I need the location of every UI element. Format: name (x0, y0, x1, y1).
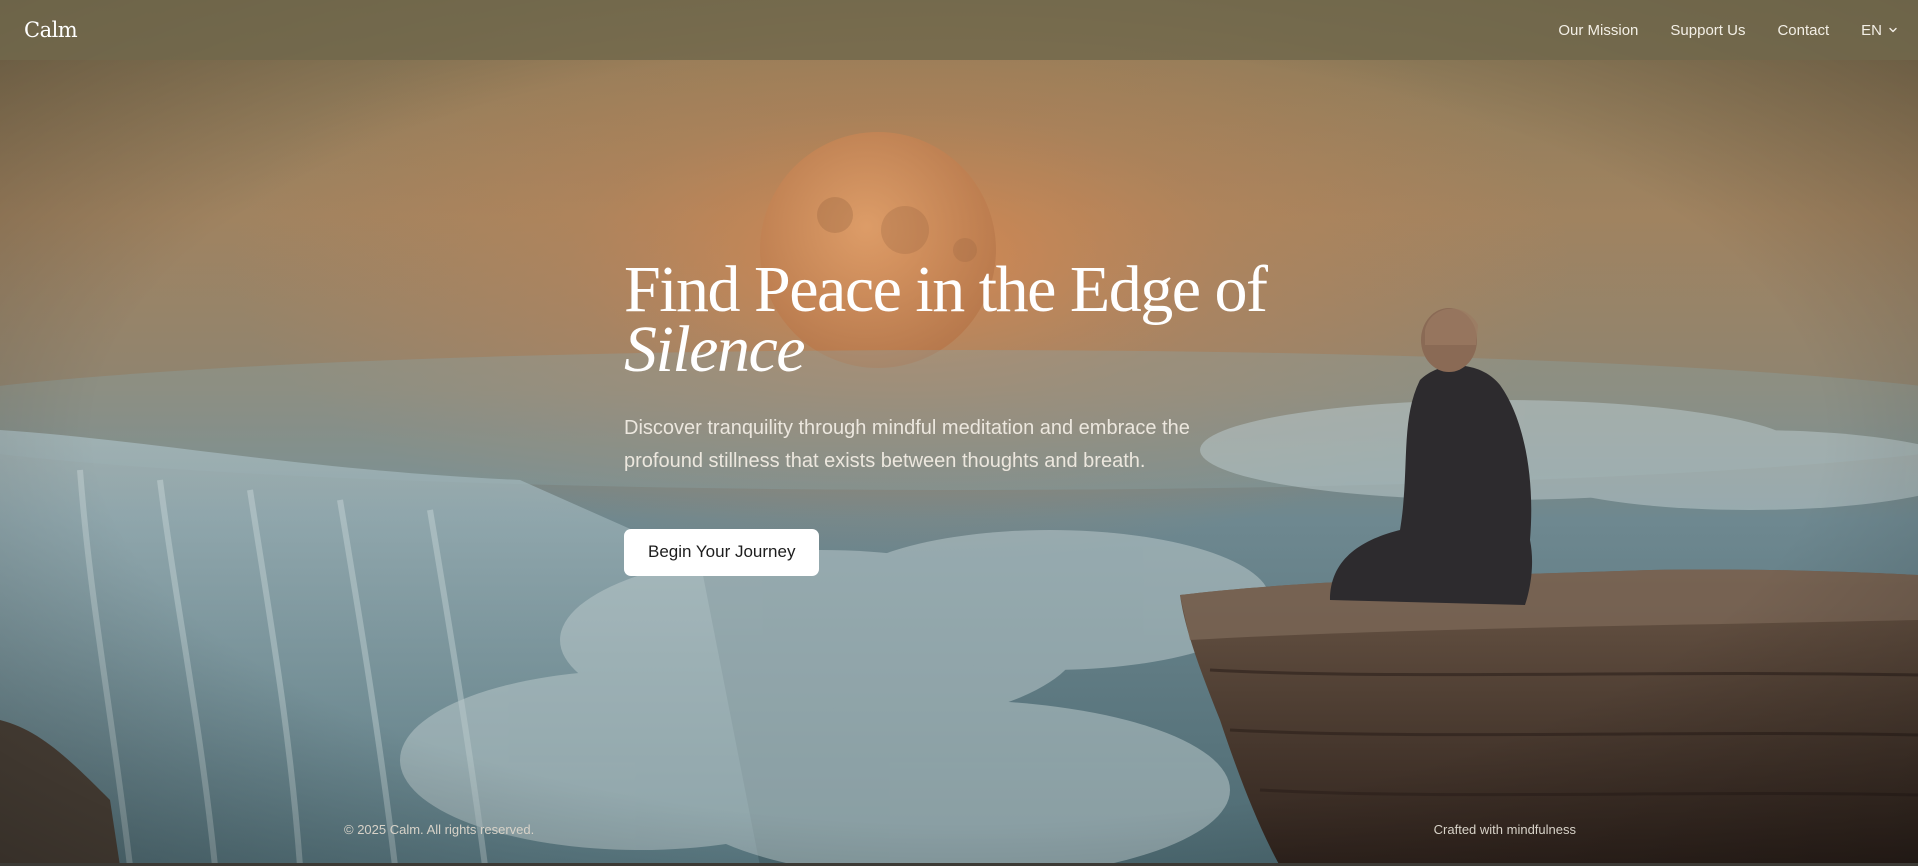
chevron-down-icon (1889, 27, 1897, 33)
footer-tagline: Crafted with mindfulness (1433, 822, 1576, 837)
hero-description: Discover tranquility through mindful med… (624, 417, 1190, 472)
begin-journey-button[interactable]: Begin Your Journey (624, 529, 820, 576)
hero-title-line2: Silence (624, 313, 806, 386)
site-header: Calm Our Mission Support Us Contact EN (0, 0, 1918, 60)
hero-title: Find Peace in the Edge of Silence (624, 257, 1344, 386)
nav-link-our-mission[interactable]: Our Mission (1558, 22, 1638, 39)
hero-section: Find Peace in the Edge of Silence Discov… (624, 257, 1344, 576)
nav-link-support-us[interactable]: Support Us (1670, 22, 1745, 39)
logo[interactable]: Calm (24, 18, 78, 42)
site-footer: © 2025 Calm. All rights reserved. Crafte… (344, 822, 1576, 837)
copyright-text: © 2025 Calm. All rights reserved. (344, 822, 535, 837)
language-selector[interactable]: EN (1861, 22, 1898, 39)
nav-link-contact[interactable]: Contact (1777, 22, 1829, 39)
main-nav: Our Mission Support Us Contact EN (1558, 22, 1897, 39)
language-label: EN (1861, 21, 1882, 39)
